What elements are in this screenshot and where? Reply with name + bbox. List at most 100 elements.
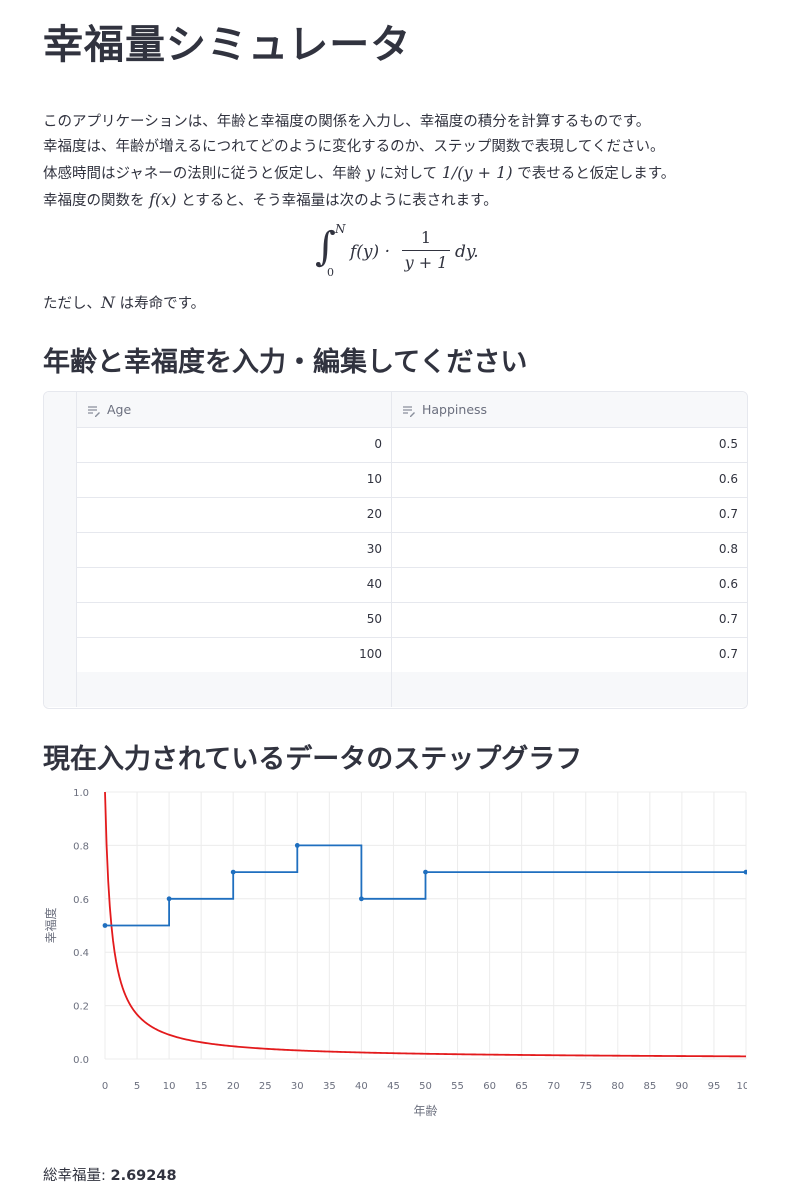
var-y: y <box>365 163 375 182</box>
total-value: 2.69248 <box>110 1168 177 1184</box>
table-row: 0 0.5 <box>44 427 747 463</box>
edit-column-icon <box>88 405 100 417</box>
step-point <box>743 869 749 875</box>
y-tick-label: 0.8 <box>73 841 89 852</box>
cell-age[interactable]: 40 <box>77 567 392 602</box>
add-row[interactable] <box>44 672 747 707</box>
intro-line-3: 体感時間はジャネーの法則に従うと仮定し、年齢 y に対して 1/(y + 1) … <box>43 163 676 182</box>
cell-age[interactable]: 30 <box>77 532 392 567</box>
cell-age[interactable]: 50 <box>77 602 392 637</box>
cell-happiness[interactable]: 0.7 <box>392 497 747 532</box>
step-point <box>166 896 172 902</box>
cell-happiness[interactable]: 0.6 <box>392 567 747 602</box>
edit-column-icon <box>403 405 415 417</box>
x-axis-label: 年齢 <box>413 1103 437 1118</box>
cell-age[interactable]: 20 <box>77 497 392 532</box>
x-tick-label: 90 <box>676 1081 689 1092</box>
cell-happiness[interactable]: 0.7 <box>392 637 747 672</box>
step-point <box>423 869 428 875</box>
x-tick-label: 10 <box>163 1081 176 1092</box>
integral-sign: ∫ <box>315 224 336 270</box>
x-tick-label: 60 <box>483 1081 496 1092</box>
row-index-header <box>44 392 77 427</box>
x-tick-label: 85 <box>643 1081 656 1092</box>
cell-age[interactable]: 10 <box>77 462 392 497</box>
expr-janet: 1/(y + 1) <box>441 163 513 182</box>
row-index[interactable] <box>44 567 77 602</box>
x-tick-label: 70 <box>547 1081 560 1092</box>
y-tick-label: 0.0 <box>73 1055 89 1066</box>
column-header-age[interactable]: Age <box>77 392 392 427</box>
cell-age[interactable]: 0 <box>77 427 392 462</box>
new-cell-age[interactable] <box>77 672 392 707</box>
integral-lower: 0 <box>327 266 334 279</box>
step-chart[interactable]: 0 5 10 15 20 25 30 35 40 45 50 55 60 65 70 75 80 85 90 95 10… <box>43 780 756 1130</box>
data-editor-table[interactable]: Age Happiness 0 0.5 10 0.6 20 0.7 30 0.8 <box>43 391 748 709</box>
lifespan-note: ただし、N は寿命です。 <box>43 293 206 312</box>
x-tick-label: 15 <box>195 1081 208 1092</box>
new-cell-happiness[interactable] <box>392 672 747 707</box>
row-index[interactable] <box>44 462 77 497</box>
step-point <box>294 843 300 848</box>
y-tick-label: 0.2 <box>73 1002 89 1013</box>
fraction: 1 y + 1 <box>402 228 450 272</box>
x-tick-label: 40 <box>355 1081 368 1092</box>
x-tick-label: 50 <box>419 1081 432 1092</box>
fraction-denominator: y + 1 <box>404 253 448 272</box>
row-index[interactable] <box>44 497 77 532</box>
intro-line-4: 幸福度の関数を f(x) とすると、そう幸福量は次のように表されます。 <box>43 190 498 209</box>
table-header: Age Happiness <box>44 392 747 428</box>
integral-upper: N <box>335 222 346 236</box>
x-tick-label: 5 <box>134 1081 140 1092</box>
table-row: 20 0.7 <box>44 497 747 533</box>
cell-happiness[interactable]: 0.8 <box>392 532 747 567</box>
table-row: 10 0.6 <box>44 462 747 498</box>
x-tick-label: 80 <box>611 1081 624 1092</box>
integral-tail: dy. <box>455 242 479 262</box>
intro-text: このアプリケーションは、年齢と幸福度の関係を入力し、幸福度の積分を計算するもので… <box>43 110 747 214</box>
intro-line-1: このアプリケーションは、年齢と幸福度の関係を入力し、幸福度の積分を計算するもので… <box>43 114 651 130</box>
total-label: 総幸福量: <box>43 1168 111 1184</box>
table-row: 50 0.7 <box>44 602 747 638</box>
cell-happiness[interactable]: 0.5 <box>392 427 747 462</box>
x-tick-label: 55 <box>451 1081 464 1092</box>
section-heading-chart: 現在入力されているデータのステップグラフ <box>43 744 583 775</box>
cell-happiness[interactable]: 0.6 <box>392 462 747 497</box>
table-row: 30 0.8 <box>44 532 747 568</box>
cell-age[interactable]: 100 <box>77 637 392 672</box>
y-axis-label: 幸福度 <box>43 907 58 943</box>
y-tick-label: 0.4 <box>73 948 89 959</box>
cell-happiness[interactable]: 0.7 <box>392 602 747 637</box>
row-index <box>44 672 77 707</box>
x-tick-label: 0 <box>102 1081 108 1092</box>
row-index[interactable] <box>44 532 77 567</box>
page-title: 幸福量シミュレータ <box>43 22 412 68</box>
row-index[interactable] <box>44 637 77 672</box>
intro-line-2: 幸福度は、年齢が増えるにつれてどのように変化するのか、ステップ関数で表現してくだ… <box>43 139 665 155</box>
x-tick-label: 35 <box>323 1081 336 1092</box>
integral-equation: ∫ N 0 f(y) · 1 y + 1 dy. <box>43 222 747 284</box>
step-chart-svg: 0 5 10 15 20 25 30 35 40 45 50 55 60 65 70 75 80 85 90 95 10… <box>43 788 756 1118</box>
x-tick-label: 30 <box>291 1081 304 1092</box>
step-point <box>102 923 108 928</box>
x-tick-label: 65 <box>515 1081 528 1092</box>
total-happiness: 総幸福量: 2.69248 <box>43 1164 177 1185</box>
integrand: f(y) · <box>350 242 390 262</box>
y-tick-label: 0.6 <box>73 895 89 906</box>
row-index[interactable] <box>44 427 77 462</box>
table-row: 100 0.7 <box>44 637 747 673</box>
fraction-numerator: 1 <box>420 228 432 247</box>
x-tick-label: 25 <box>259 1081 272 1092</box>
section-heading-input: 年齢と幸福度を入力・編集してください <box>43 347 528 378</box>
x-tick-label: 20 <box>227 1081 240 1092</box>
table-row: 40 0.6 <box>44 567 747 603</box>
x-tick-label: 45 <box>387 1081 400 1092</box>
row-index[interactable] <box>44 602 77 637</box>
step-point <box>230 869 236 875</box>
x-tick-label: 95 <box>708 1081 721 1092</box>
x-tick-label: 75 <box>579 1081 592 1092</box>
expr-fx: f(x) <box>149 190 177 209</box>
x-tick-label: 100 <box>736 1081 747 1092</box>
y-tick-label: 1.0 <box>73 788 89 799</box>
column-header-happiness[interactable]: Happiness <box>392 392 747 427</box>
